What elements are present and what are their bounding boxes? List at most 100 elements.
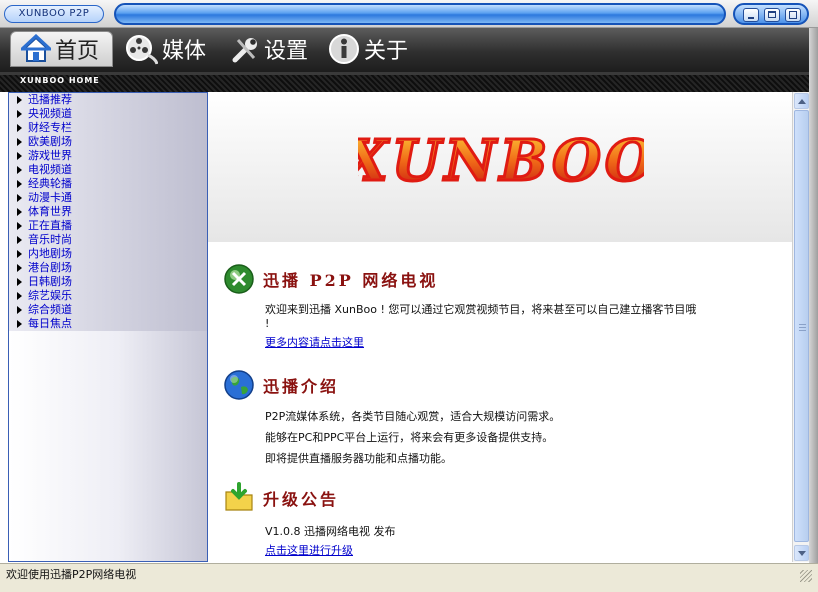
section-text: 能够在PC和PPC平台上运行，将来会有更多设备提供支持。	[265, 431, 554, 444]
sidebar-item-label: 港台剧场	[28, 261, 72, 274]
sidebar-item[interactable]: 港台剧场	[9, 261, 207, 275]
sidebar-item[interactable]: 综合频道	[9, 303, 207, 317]
title-drag-area[interactable]	[114, 3, 726, 25]
logo-banner: XUNBOO	[208, 92, 792, 242]
tab-settings[interactable]: 设置	[230, 31, 308, 67]
down-arrow-icon	[798, 551, 806, 556]
triangle-bullet-icon	[17, 166, 22, 174]
section-title: 迅播 P2P 网络电视	[263, 271, 439, 290]
sidebar-item-label: 游戏世界	[28, 149, 72, 162]
tab-home[interactable]: 首页	[10, 31, 113, 67]
sidebar-item[interactable]: 体育世界	[9, 205, 207, 219]
sidebar-item[interactable]: 动漫卡通	[9, 191, 207, 205]
sidebar-item[interactable]: 央视频道	[9, 107, 207, 121]
minimize-button[interactable]	[743, 8, 759, 22]
info-icon	[329, 34, 359, 64]
triangle-bullet-icon	[17, 138, 22, 146]
section-title: 升级公告	[263, 490, 340, 509]
triangle-bullet-icon	[17, 208, 22, 216]
app-title: XUNBOO P2P	[4, 5, 104, 23]
scroll-up-button[interactable]	[794, 93, 809, 109]
section-text: V1.0.8 迅播网络电视 发布	[265, 525, 396, 538]
triangle-bullet-icon	[17, 152, 22, 160]
sidebar-item[interactable]: 游戏世界	[9, 149, 207, 163]
home-content: XUNBOO 迅播 P2P 网络电视 欢迎来到迅播 XunBoo ! 您可以通过…	[208, 92, 792, 562]
channel-list: 迅播推荐 央视频道 财经专栏 欧美剧场 游戏世界 电视频道 经典轮播 动漫卡通 体育世界 正在直播…	[9, 93, 207, 331]
maximize-icon	[768, 11, 776, 18]
upgrade-link[interactable]: 点击这里进行升级	[223, 542, 396, 560]
vertical-scrollbar[interactable]	[792, 92, 809, 562]
tab-about-label: 关于	[364, 39, 409, 64]
home-icon	[21, 34, 51, 62]
section-text: !	[265, 317, 270, 330]
sidebar-item[interactable]: 日韩剧场	[9, 275, 207, 289]
more-content-link[interactable]: 更多内容请点击这里	[223, 334, 696, 352]
section-p2p-tv: 迅播 P2P 网络电视 欢迎来到迅播 XunBoo ! 您可以通过它观赏视频节目…	[223, 262, 696, 352]
sidebar-item-label: 综合频道	[28, 303, 72, 316]
sidebar-item[interactable]: 迅播推荐	[9, 93, 207, 107]
triangle-bullet-icon	[17, 250, 22, 258]
strip-rim	[0, 72, 818, 75]
sidebar-item[interactable]: 经典轮播	[9, 177, 207, 191]
sidebar-item[interactable]: 欧美剧场	[9, 135, 207, 149]
sidebar-item[interactable]: 综艺娱乐	[9, 289, 207, 303]
section-text: P2P流媒体系统，各类节目随心观赏，适合大规模访问需求。	[265, 410, 561, 423]
status-text: 欢迎使用迅播P2P网络电视	[6, 568, 137, 581]
sidebar-item[interactable]: 内地剧场	[9, 247, 207, 261]
title-bar: XUNBOO P2P	[0, 0, 818, 28]
globe-icon	[224, 370, 254, 400]
triangle-bullet-icon	[17, 222, 22, 230]
scroll-down-button[interactable]	[794, 545, 809, 561]
section-title: 迅播介绍	[263, 377, 340, 396]
sidebar-item-label: 欧美剧场	[28, 135, 72, 148]
triangle-bullet-icon	[17, 264, 22, 272]
tab-media-label: 媒体	[162, 39, 207, 64]
thumb-grip-line	[799, 330, 806, 331]
film-reel-icon	[126, 35, 158, 65]
sidebar-item[interactable]: 每日焦点	[9, 317, 207, 331]
maximize-button[interactable]	[764, 8, 780, 22]
thumb-grip-line	[799, 327, 806, 328]
main-tab-bar: 首页 媒体 设置 关于	[0, 28, 818, 72]
sidebar-item[interactable]: 正在直播	[9, 219, 207, 233]
status-bar: 欢迎使用迅播P2P网络电视	[0, 563, 818, 592]
sidebar-item-label: 电视频道	[28, 163, 72, 176]
section-text: 欢迎来到迅播 XunBoo ! 您可以通过它观赏视频节目，将来甚至可以自己建立播…	[265, 303, 697, 316]
sidebar-item-label: 正在直播	[28, 219, 72, 232]
tab-media[interactable]: 媒体	[124, 31, 206, 67]
section-upgrade-notice: 升级公告 V1.0.8 迅播网络电视 发布 点击这里进行升级	[223, 481, 396, 560]
window-right-border	[809, 28, 818, 592]
channel-sidebar: 迅播推荐 央视频道 财经专栏 欧美剧场 游戏世界 电视频道 经典轮播 动漫卡通 体育世界 正在直播…	[8, 92, 208, 562]
triangle-bullet-icon	[17, 236, 22, 244]
green-x-icon	[224, 264, 254, 294]
sidebar-item-label: 每日焦点	[28, 317, 72, 330]
triangle-bullet-icon	[17, 292, 22, 300]
sidebar-item-label: 迅播推荐	[28, 93, 72, 106]
triangle-bullet-icon	[17, 180, 22, 188]
sidebar-item[interactable]: 音乐时尚	[9, 233, 207, 247]
thumb-grip-line	[799, 324, 806, 325]
close-icon	[789, 11, 797, 19]
sidebar-item[interactable]: 电视频道	[9, 163, 207, 177]
triangle-bullet-icon	[17, 96, 22, 104]
resize-grip-icon[interactable]	[800, 570, 812, 582]
triangle-bullet-icon	[17, 320, 22, 328]
section-header: 升级公告	[223, 481, 396, 515]
window-controls	[733, 3, 809, 25]
minimize-icon	[748, 17, 754, 19]
triangle-bullet-icon	[17, 306, 22, 314]
section-text: 即将提供直播服务器功能和点播功能。	[265, 452, 452, 465]
up-arrow-icon	[798, 99, 806, 104]
download-folder-icon	[225, 482, 253, 511]
tab-settings-label: 设置	[264, 39, 309, 64]
section-introduction: 迅播介绍 P2P流媒体系统，各类节目随心观赏，适合大规模访问需求。 能够在PC和…	[223, 368, 560, 469]
wrench-icon	[232, 38, 257, 63]
sidebar-item-label: 经典轮播	[28, 177, 72, 190]
scroll-thumb[interactable]	[794, 110, 809, 542]
sidebar-item[interactable]: 财经专栏	[9, 121, 207, 135]
sidebar-item-label: 财经专栏	[28, 121, 72, 134]
tab-about[interactable]: 关于	[328, 31, 408, 67]
home-strip: XUNBOO HOME	[0, 72, 818, 92]
tab-home-label: 首页	[55, 39, 100, 64]
close-button[interactable]	[785, 8, 801, 22]
